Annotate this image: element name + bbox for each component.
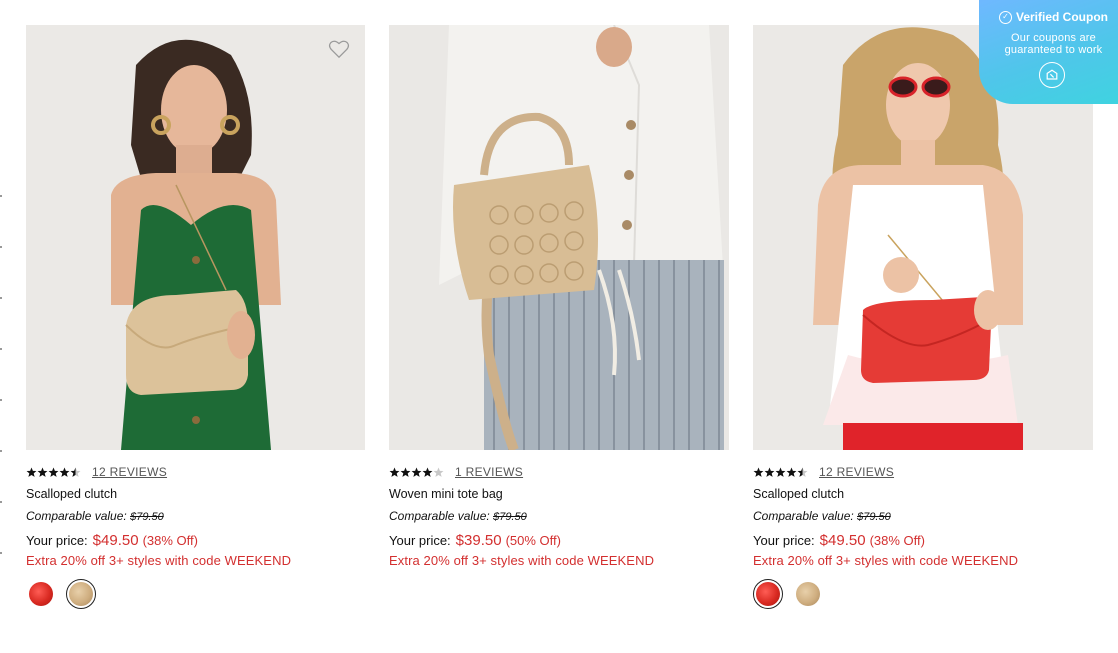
product-name[interactable]: Scalloped clutch xyxy=(26,487,365,501)
comparable-label: Comparable value: xyxy=(753,509,854,523)
comparable-label: Comparable value: xyxy=(389,509,490,523)
comparable-price: $79.50 xyxy=(130,511,164,523)
price-row: Your price: $49.50 (38% Off) xyxy=(753,532,1093,549)
comparable-value: Comparable value: $79.50 xyxy=(389,509,729,523)
comparable-price: $79.50 xyxy=(857,511,891,523)
rating-stars xyxy=(389,467,444,478)
page-edge-markers xyxy=(0,195,3,603)
product-card[interactable]: 1 REVIEWS Woven mini tote bag Comparable… xyxy=(389,25,729,609)
comparable-value: Comparable value: $79.50 xyxy=(753,509,1093,523)
star-icon xyxy=(70,467,81,477)
star-icon xyxy=(797,467,808,477)
coupon-subtitle-line2: guaranteed to work xyxy=(1004,44,1103,56)
product-grid: 12 REVIEWS Scalloped clutch Comparable v… xyxy=(26,25,1093,609)
rating-row: 12 REVIEWS xyxy=(753,464,1093,480)
star-icon xyxy=(422,467,433,477)
star-icon xyxy=(389,467,400,477)
star-icon xyxy=(764,467,775,477)
color-swatches xyxy=(26,579,365,609)
star-icon xyxy=(753,467,764,477)
discount-percent: (38% Off) xyxy=(142,533,198,548)
reviews-link[interactable]: 12 REVIEWS xyxy=(819,465,894,479)
product-photo-woven-tote xyxy=(389,25,729,450)
swatch-natural[interactable] xyxy=(793,579,823,609)
promo-text: Extra 20% off 3+ styles with code WEEKEN… xyxy=(389,553,655,568)
star-icon xyxy=(433,467,444,477)
check-circle-icon: ✓ xyxy=(998,10,1012,24)
rating-stars xyxy=(753,467,808,478)
star-icon xyxy=(775,467,786,477)
promo-text: Extra 20% off 3+ styles with code WEEKEN… xyxy=(753,553,1019,568)
product-image[interactable] xyxy=(389,25,729,450)
star-icon xyxy=(400,467,411,477)
rating-row: 12 REVIEWS xyxy=(26,464,365,480)
coupon-subtitle: Our coupons are guaranteed to work xyxy=(979,32,1118,56)
price-row: Your price: $49.50 (38% Off) xyxy=(26,532,365,549)
swatch-red[interactable] xyxy=(26,579,56,609)
coupon-brand-icon[interactable] xyxy=(1039,62,1065,88)
star-icon xyxy=(411,467,422,477)
product-image[interactable] xyxy=(26,25,365,450)
price-row: Your price: $39.50 (50% Off) xyxy=(389,532,729,549)
verified-coupon-widget[interactable]: ✓ Verified Coupon Our coupons are guaran… xyxy=(979,0,1118,104)
comparable-price: $79.50 xyxy=(493,511,527,523)
comparable-value: Comparable value: $79.50 xyxy=(26,509,365,523)
product-name[interactable]: Woven mini tote bag xyxy=(389,487,729,501)
rating-row: 1 REVIEWS xyxy=(389,464,729,480)
promo-text: Extra 20% off 3+ styles with code WEEKEN… xyxy=(26,553,292,568)
swatch-natural[interactable] xyxy=(66,579,96,609)
comparable-label: Comparable value: xyxy=(26,509,127,523)
product-name[interactable]: Scalloped clutch xyxy=(753,487,1093,501)
coupon-title-row: ✓ Verified Coupon xyxy=(979,10,1118,24)
sale-price: $49.50 xyxy=(819,532,866,549)
reviews-link[interactable]: 1 REVIEWS xyxy=(455,465,523,479)
star-icon xyxy=(48,467,59,477)
sale-price: $39.50 xyxy=(455,532,502,549)
star-icon xyxy=(37,467,48,477)
rating-stars xyxy=(26,467,81,478)
coupon-subtitle-line1: Our coupons are xyxy=(1011,32,1096,44)
sale-price: $49.50 xyxy=(92,532,139,549)
star-icon xyxy=(26,467,37,477)
coupon-title: Verified Coupon xyxy=(1015,10,1108,24)
wishlist-heart-icon[interactable] xyxy=(328,39,350,59)
product-photo-model-green-dress xyxy=(26,25,365,450)
product-card[interactable]: 12 REVIEWS Scalloped clutch Comparable v… xyxy=(26,25,365,609)
discount-percent: (50% Off) xyxy=(505,533,561,548)
price-label: Your price: xyxy=(26,533,88,548)
discount-percent: (38% Off) xyxy=(869,533,925,548)
reviews-link[interactable]: 12 REVIEWS xyxy=(92,465,167,479)
star-icon xyxy=(59,467,70,477)
star-icon xyxy=(786,467,797,477)
swatch-red[interactable] xyxy=(753,579,783,609)
price-label: Your price: xyxy=(753,533,815,548)
price-label: Your price: xyxy=(389,533,451,548)
product-card[interactable]: 12 REVIEWS Scalloped clutch Comparable v… xyxy=(753,25,1093,609)
color-swatches xyxy=(753,579,1093,609)
